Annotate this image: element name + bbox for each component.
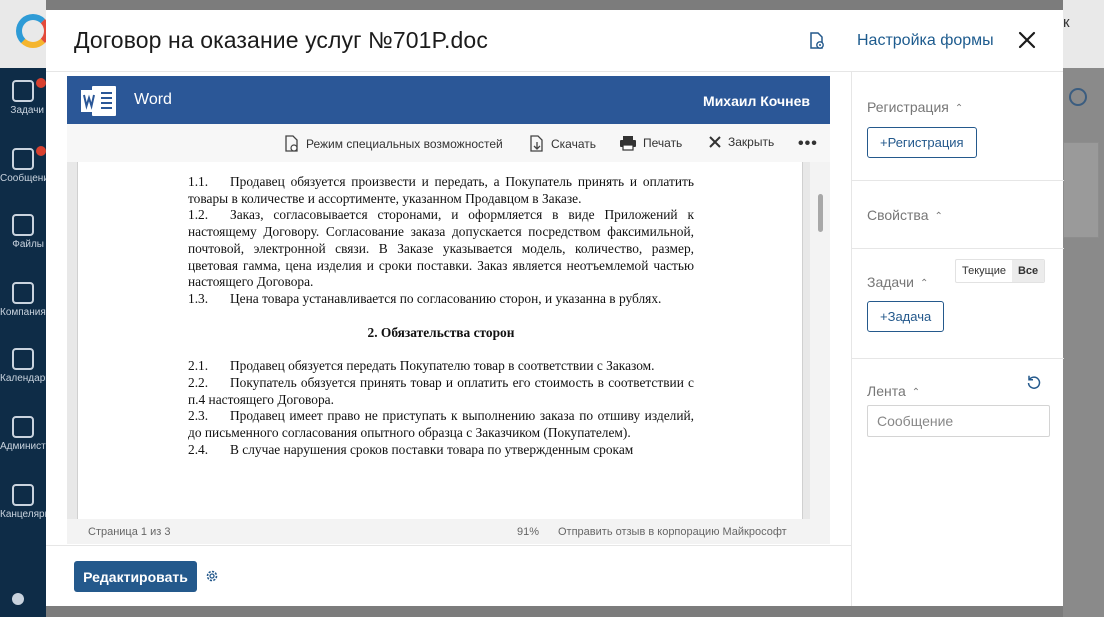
document-side-panel: Регистрация ⌃ +Регистрация Свойства ⌃ Зада… <box>851 72 1064 606</box>
calendar-icon <box>12 348 34 370</box>
document-area[interactable]: 1.1. Продавец обязуется произвести и пере… <box>67 162 830 519</box>
app-logo-area <box>0 0 50 68</box>
sidebar-item-admin[interactable]: Администрирование <box>0 416 46 452</box>
accessibility-mode-button[interactable]: Режим специальных возможностей <box>284 135 503 153</box>
document-text: 1.1. Продавец обязуется произвести и пере… <box>188 174 694 459</box>
modal-footer: Редактировать <box>46 545 851 606</box>
close-viewer-button[interactable]: Закрыть <box>708 135 774 149</box>
feedback-link[interactable]: Отправить отзыв в корпорацию Майкрософт <box>558 526 787 538</box>
viewer-toolbar: Режим специальных возможностей Скачать П… <box>67 124 830 162</box>
user-menu-initial[interactable]: к <box>1063 14 1070 31</box>
more-options-button[interactable]: ••• <box>798 135 818 153</box>
document-modal: Договор на оказание услуг №701P.doc Наст… <box>46 10 1064 606</box>
files-icon <box>12 214 34 236</box>
section-heading: 2. Обязательства сторон <box>367 324 515 340</box>
chevron-up-icon: ⌃ <box>954 103 964 114</box>
book-icon <box>12 484 34 506</box>
word-app-name: Word <box>134 91 172 108</box>
properties-section: Свойства ⌃ <box>852 181 1064 249</box>
zoom-level[interactable]: 91% <box>517 526 539 538</box>
print-label: Печать <box>643 136 683 150</box>
form-settings-link[interactable]: Настройка формы <box>857 32 994 50</box>
company-icon <box>12 282 34 304</box>
refresh-icon[interactable] <box>1026 374 1042 390</box>
word-viewer: Word Михаил Кочнев Режим специальных воз… <box>67 76 830 544</box>
word-logo-icon <box>81 86 116 116</box>
page-indicator: Страница 1 из 3 <box>88 526 171 538</box>
word-app-bar: Word Михаил Кочнев <box>67 76 830 124</box>
app-logo-icon <box>16 14 50 48</box>
messages-badge <box>36 146 46 156</box>
printer-icon <box>620 136 636 151</box>
gear-icon[interactable] <box>205 569 219 583</box>
download-label: Скачать <box>551 137 596 151</box>
modal-title: Договор на оказание услуг №701P.doc <box>74 27 488 53</box>
feed-section-toggle[interactable]: Лента ⌃ <box>867 383 920 399</box>
message-input[interactable] <box>867 405 1050 437</box>
app-content-panel <box>1063 142 1099 238</box>
gear-icon <box>12 416 34 438</box>
viewer-status-bar: Страница 1 из 3 91% Отправить отзыв в ко… <box>67 519 830 544</box>
document-page: 1.1. Продавец обязуется произвести и пере… <box>77 162 803 519</box>
page-settings-icon[interactable] <box>1069 88 1087 106</box>
clause: 2.1. Продавец обязуется передать Покупате… <box>188 358 655 374</box>
clause: 1.2. Заказ, согласовывается сторонами, и … <box>188 207 694 290</box>
add-registration-button[interactable]: +Регистрация <box>867 127 977 158</box>
chevron-up-icon: ⌃ <box>934 211 943 222</box>
download-icon <box>530 135 543 152</box>
add-icon[interactable] <box>12 593 24 605</box>
close-icon[interactable] <box>1016 29 1038 51</box>
tasks-filter-current[interactable]: Текущие <box>956 260 1012 282</box>
properties-section-toggle[interactable]: Свойства ⌃ <box>867 207 943 223</box>
document-scroll-thumb[interactable] <box>818 194 823 232</box>
sidebar-item-company[interactable]: Компания <box>0 282 46 318</box>
clause: 2.3. Продавец имеет право не приступать к… <box>188 408 694 441</box>
messages-icon <box>12 148 34 170</box>
download-button[interactable]: Скачать <box>529 135 596 153</box>
chevron-up-icon: ⌃ <box>920 278 929 289</box>
word-user-name[interactable]: Михаил Кочнев <box>703 93 810 109</box>
registration-section: Регистрация ⌃ +Регистрация <box>852 72 1064 181</box>
close-viewer-label: Закрыть <box>728 135 775 149</box>
tasks-filter-all[interactable]: Все <box>1011 260 1045 282</box>
clause: 2.4. В случае нарушения сроков поставки т… <box>188 441 634 457</box>
sidebar-item-calendar[interactable]: Календарь <box>0 348 46 384</box>
app-topbar <box>1063 0 1104 68</box>
sidebar-item-office[interactable]: Канцелярия <box>0 484 46 520</box>
clause: 1.3. Цена товара устанавливается по согла… <box>188 290 662 306</box>
print-button[interactable]: Печать <box>619 135 682 151</box>
tasks-section-toggle[interactable]: Задачи ⌃ <box>867 274 928 290</box>
chevron-up-icon: ⌃ <box>911 387 921 398</box>
close-icon <box>709 136 721 148</box>
tasks-filter: Текущие Все <box>955 259 1046 283</box>
clause: 2.2. Покупатель обязуется принять товар и… <box>188 375 694 407</box>
registration-section-toggle[interactable]: Регистрация ⌃ <box>867 99 963 115</box>
clause: 1.1. Продавец обязуется произвести и пере… <box>188 174 694 206</box>
add-task-button[interactable]: +Задача <box>867 301 945 332</box>
accessibility-icon <box>285 135 298 152</box>
modal-header: Договор на оказание услуг №701P.doc Наст… <box>46 10 1063 72</box>
document-settings-icon[interactable] <box>809 32 825 50</box>
edit-button[interactable]: Редактировать <box>74 561 197 592</box>
tasks-icon <box>12 80 34 102</box>
accessibility-mode-label: Режим специальных возможностей <box>306 137 503 151</box>
sidebar-item-files[interactable]: Файлы <box>0 214 46 250</box>
tasks-badge <box>36 78 46 88</box>
